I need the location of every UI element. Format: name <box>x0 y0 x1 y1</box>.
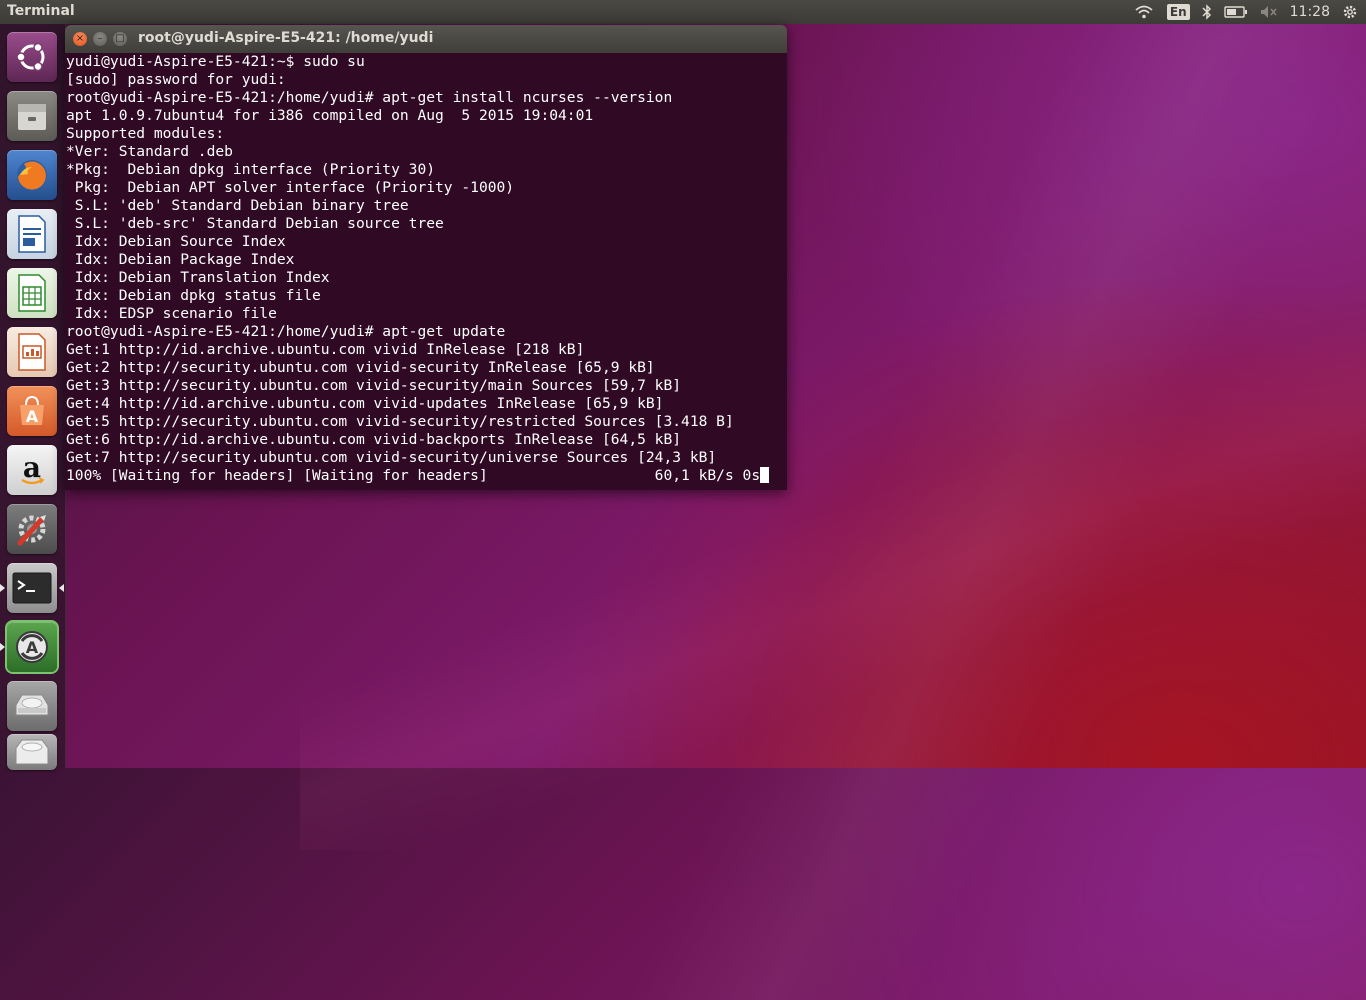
terminal-line: *Ver: Standard .deb <box>66 143 233 160</box>
terminal-line: Idx: Debian dpkg status file <box>66 287 321 304</box>
terminal-line: Idx: Debian Translation Index <box>66 269 330 286</box>
terminal-line: Get:5 http://security.ubuntu.com vivid-s… <box>66 413 734 430</box>
terminal-line: root@yudi-Aspire-E5-421:/home/yudi# apt-… <box>66 89 673 106</box>
firefox-icon[interactable] <box>7 150 57 200</box>
language-label: En <box>1166 4 1190 20</box>
system-settings-icon[interactable] <box>7 504 57 554</box>
terminal-line: Pkg: Debian APT solver interface (Priori… <box>66 179 515 196</box>
wifi-icon[interactable] <box>1133 0 1155 24</box>
window-title: root@yudi-Aspire-E5-421: /home/yudi <box>138 30 434 46</box>
ubuntu-dash-icon[interactable] <box>7 32 57 82</box>
terminal-line: Get:2 http://security.ubuntu.com vivid-s… <box>66 359 655 376</box>
amazon-icon[interactable]: a <box>7 445 57 495</box>
battery-icon[interactable] <box>1223 0 1248 24</box>
svg-text:A: A <box>26 407 39 426</box>
close-icon: × <box>75 33 85 44</box>
terminal-line: Get:4 http://id.archive.ubuntu.com vivid… <box>66 395 664 412</box>
terminal-line: [sudo] password for yudi: <box>66 71 286 88</box>
terminal-line: *Pkg: Debian dpkg interface (Priority 30… <box>66 161 436 178</box>
minimize-icon: – <box>97 33 103 44</box>
trash-icon[interactable] <box>7 734 57 770</box>
terminal-line: Get:1 http://id.archive.ubuntu.com vivid… <box>66 341 585 358</box>
top-panel: Terminal En 11:28 <box>0 0 1366 24</box>
terminal-line: Get:7 http://security.ubuntu.com vivid-s… <box>66 449 717 466</box>
software-updater-icon[interactable]: A <box>7 622 57 672</box>
gear-icon[interactable] <box>1342 0 1358 24</box>
terminal-line: Idx: Debian Package Index <box>66 251 295 268</box>
terminal-line: root@yudi-Aspire-E5-421:/home/yudi# apt-… <box>66 323 506 340</box>
terminal-line: Idx: EDSP scenario file <box>66 305 277 322</box>
window-maximize-button[interactable]: □ <box>113 32 127 46</box>
clock[interactable]: 11:28 <box>1290 0 1330 24</box>
progress-text: 100% [Waiting for headers] [Waiting for … <box>66 467 761 484</box>
volume-muted-icon[interactable] <box>1260 0 1278 24</box>
launcher: A a A <box>0 24 66 770</box>
text-cursor <box>760 467 770 483</box>
terminal-line: Idx: Debian Source Index <box>66 233 286 250</box>
terminal-line: yudi@yudi-Aspire-E5-421:~$ sudo su <box>66 53 365 70</box>
maximize-icon: □ <box>115 33 125 44</box>
running-indicator <box>0 643 5 651</box>
active-app-title: Terminal <box>7 3 75 19</box>
window-close-button[interactable]: × <box>73 32 87 46</box>
svg-text:a: a <box>23 452 41 484</box>
libreoffice-writer-icon[interactable] <box>7 209 57 259</box>
terminal-progress-line: 100% [Waiting for headers] [Waiting for … <box>65 467 787 485</box>
window-titlebar[interactable]: × – □ root@yudi-Aspire-E5-421: /home/yud… <box>65 25 787 53</box>
terminal-line: Get:3 http://security.ubuntu.com vivid-s… <box>66 377 682 394</box>
terminal-window[interactable]: × – □ root@yudi-Aspire-E5-421: /home/yud… <box>65 25 787 490</box>
keyboard-language-icon[interactable]: En <box>1166 0 1190 24</box>
terminal-line: apt 1.0.9.7ubuntu4 for i386 compiled on … <box>66 107 594 124</box>
bluetooth-icon[interactable] <box>1202 0 1212 24</box>
libreoffice-calc-icon[interactable] <box>7 268 57 318</box>
terminal-line: Get:6 http://id.archive.ubuntu.com vivid… <box>66 431 682 448</box>
terminal-line: S.L: 'deb-src' Standard Debian source tr… <box>66 215 444 232</box>
window-minimize-button[interactable]: – <box>93 32 107 46</box>
terminal-output[interactable]: yudi@yudi-Aspire-E5-421:~$ sudo su [sudo… <box>65 53 787 490</box>
terminal-icon[interactable] <box>7 563 57 613</box>
drive-icon[interactable] <box>7 681 57 731</box>
files-icon[interactable] <box>7 91 57 141</box>
terminal-line: S.L: 'deb' Standard Debian binary tree <box>66 197 409 214</box>
ubuntu-software-center-icon[interactable]: A <box>7 386 57 436</box>
libreoffice-impress-icon[interactable] <box>7 327 57 377</box>
active-indicator-right <box>59 584 64 592</box>
active-indicator-left <box>0 584 5 592</box>
indicator-area: En 11:28 <box>1127 0 1366 24</box>
terminal-line: Supported modules: <box>66 125 225 142</box>
svg-text:A: A <box>26 638 39 657</box>
